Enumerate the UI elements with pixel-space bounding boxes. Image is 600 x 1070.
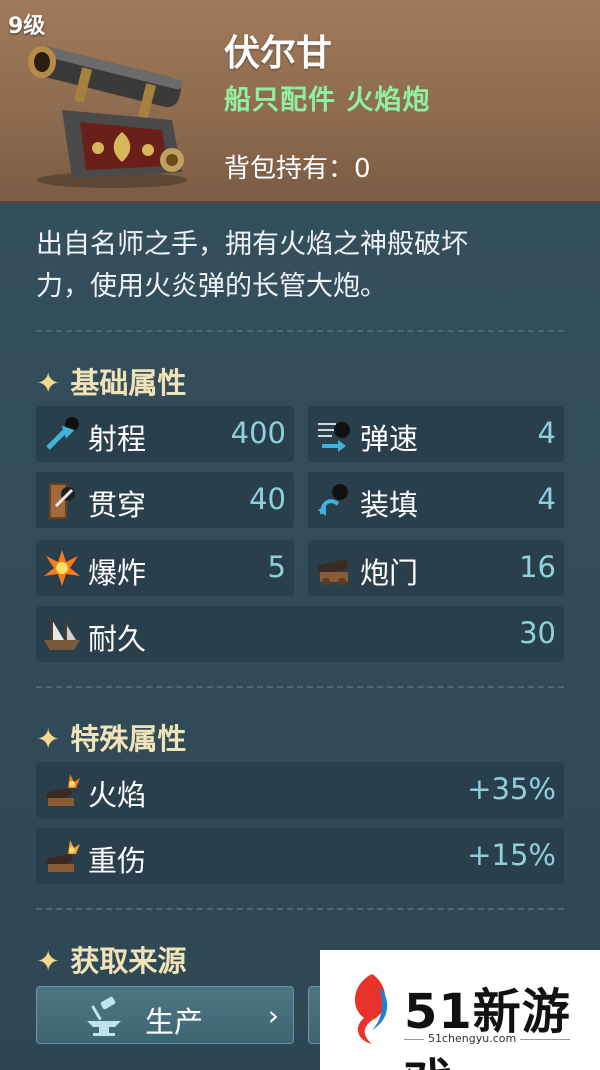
heavy-damage-icon — [46, 840, 80, 872]
stat-value: 4 — [537, 416, 556, 450]
chevron-right-icon: › — [267, 999, 279, 1032]
stat-value: 40 — [249, 482, 286, 516]
stat-label: 火焰 — [88, 778, 147, 812]
range-arrow-icon — [46, 417, 79, 450]
stat-label: 装填 — [360, 488, 419, 522]
stat-label: 炮门 — [360, 556, 419, 590]
site-logo-icon — [354, 974, 388, 1044]
explosion-icon — [44, 550, 80, 586]
inventory-count: 背包持有：0 — [224, 154, 371, 184]
stat-range: 射程 400 — [36, 406, 294, 462]
watermark-url: 51chengyu.com — [428, 1032, 517, 1045]
flame-cannon-icon — [46, 774, 80, 806]
item-name: 伏尔甘 — [224, 33, 333, 74]
cannon-item-icon — [28, 45, 187, 188]
sparkle-icon: ✦ — [36, 944, 61, 978]
stat-cannon-ports: 炮门 16 — [308, 540, 564, 596]
section-acquisition-source: ✦ 获取来源 — [36, 938, 186, 980]
stat-heavy-damage: 重伤 +15% — [36, 828, 564, 884]
stat-value: +35% — [467, 772, 556, 806]
stat-label: 耐久 — [88, 622, 147, 656]
stat-value: 30 — [519, 616, 556, 650]
stat-reload: 装填 4 — [308, 472, 564, 528]
anvil-hammer-icon — [87, 996, 121, 1036]
stat-value: 16 — [519, 550, 556, 584]
sparkle-icon: ✦ — [36, 722, 61, 756]
reload-icon — [318, 484, 348, 516]
section-title: 基础属性 — [70, 366, 187, 400]
stat-label: 贯穿 — [88, 488, 147, 522]
watermark: 51新游戏 51chengyu.com — [320, 950, 600, 1070]
watermark-rule — [520, 1039, 570, 1040]
item-level: 9级 — [8, 14, 46, 39]
item-header: 9级 伏尔甘 船只配件 火焰炮 背包持有：0 — [0, 0, 600, 203]
sparkle-icon: ✦ — [36, 366, 61, 400]
item-description: 出自名师之手，拥有火焰之神般破坏 力，使用火炎弹的长管大炮。 — [36, 224, 576, 308]
stat-explosion: 爆炸 5 — [36, 540, 294, 596]
stat-penetration: 贯穿 40 — [36, 472, 294, 528]
section-basic-attributes: ✦ 基础属性 — [36, 360, 186, 402]
section-title: 获取来源 — [70, 944, 187, 978]
description-line: 力，使用火炎弹的长管大炮。 — [36, 271, 387, 302]
stat-value: +15% — [467, 838, 556, 872]
produce-button[interactable]: 生产 › — [36, 986, 294, 1044]
divider — [36, 908, 564, 910]
stat-durability: 耐久 30 — [36, 606, 564, 662]
produce-button-label: 生产 — [145, 1005, 204, 1039]
divider — [36, 686, 564, 688]
watermark-rule — [404, 1039, 424, 1040]
description-line: 出自名师之手，拥有火焰之神般破坏 — [36, 229, 468, 260]
stat-flame: 火焰 +35% — [36, 762, 564, 818]
stat-value: 5 — [267, 550, 286, 584]
section-special-attributes: ✦ 特殊属性 — [36, 716, 186, 758]
stat-shell-speed: 弹速 4 — [308, 406, 564, 462]
section-title: 特殊属性 — [70, 722, 187, 756]
stat-label: 弹速 — [360, 422, 419, 456]
stat-label: 重伤 — [88, 844, 147, 878]
penetration-icon — [49, 483, 75, 519]
stat-label: 射程 — [88, 422, 147, 456]
watermark-text: 51新游戏 — [404, 984, 571, 1070]
shell-speed-icon — [318, 422, 350, 452]
ship-durability-icon — [44, 618, 80, 650]
stat-value: 4 — [537, 482, 556, 516]
stat-label: 爆炸 — [88, 556, 147, 590]
item-category: 船只配件 火焰炮 — [224, 85, 431, 116]
stat-value: 400 — [230, 416, 286, 450]
cannon-port-icon — [318, 559, 348, 586]
divider — [36, 330, 564, 332]
